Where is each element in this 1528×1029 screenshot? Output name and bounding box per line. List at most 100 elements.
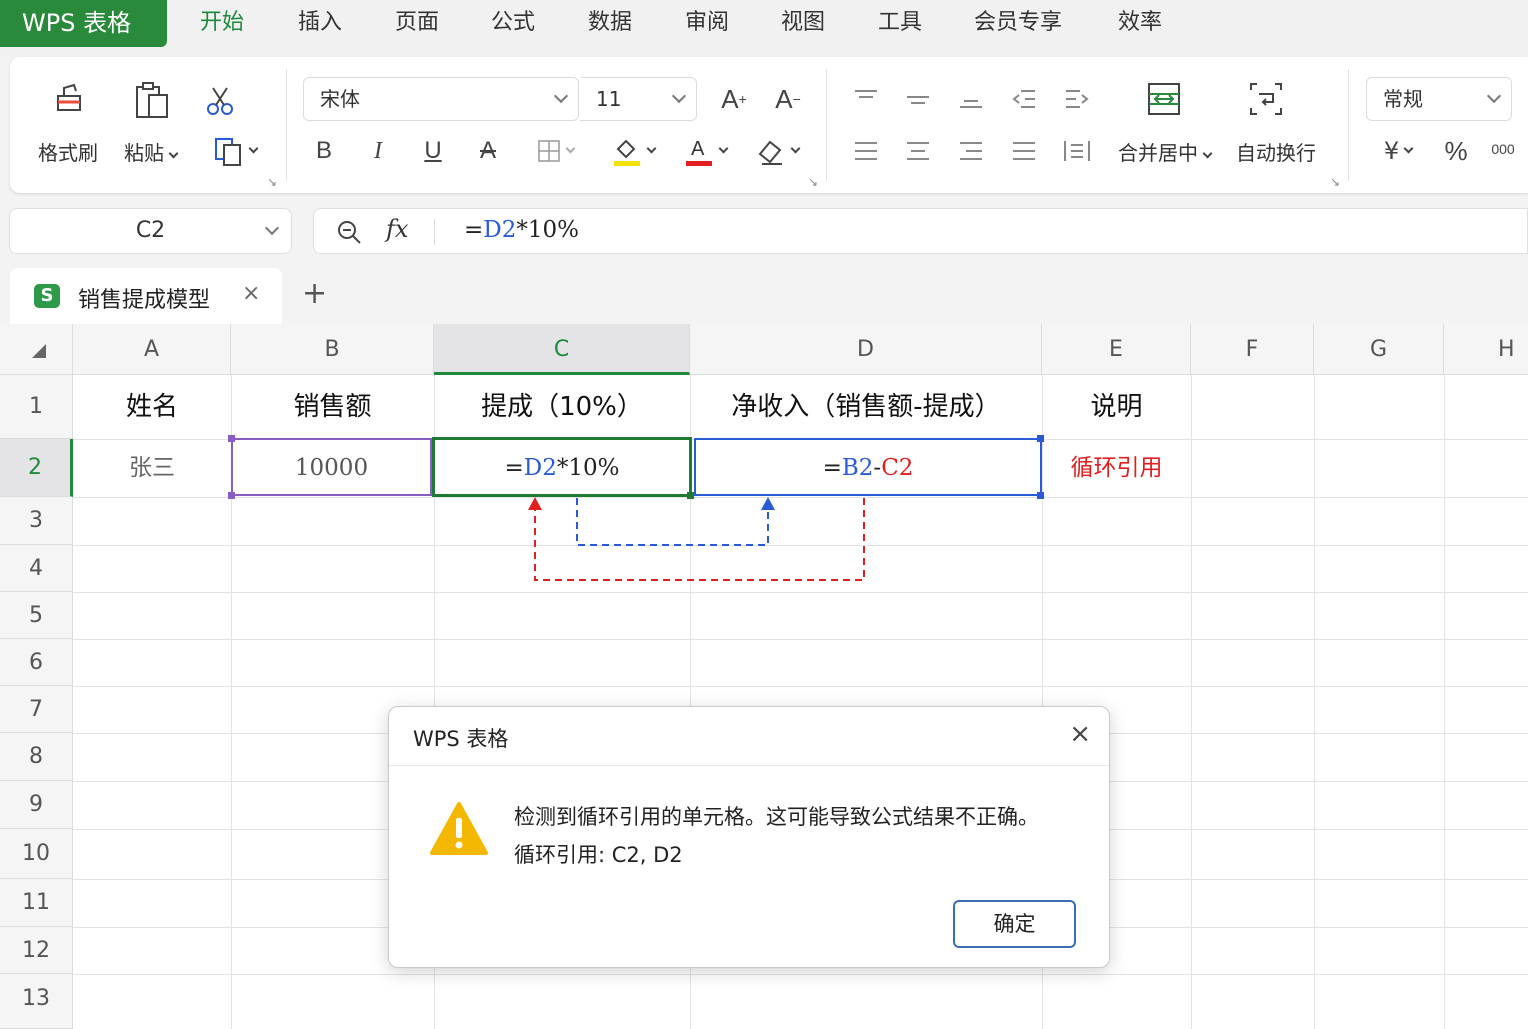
menu-data[interactable]: 数据 xyxy=(588,8,632,38)
divider xyxy=(389,765,1109,766)
format-painter-icon[interactable] xyxy=(48,79,92,123)
merge-center-icon[interactable] xyxy=(1144,79,1184,119)
formula-prefix: = xyxy=(464,217,484,243)
warning-icon xyxy=(429,801,489,861)
red-dependency-arrow xyxy=(534,498,865,581)
name-box[interactable]: C2 xyxy=(9,208,292,254)
menu-review[interactable]: 审阅 xyxy=(685,8,729,38)
menu-bar: WPS 表格 开始 插入 页面 公式 数据 审阅 视图 工具 会员专享 效率 xyxy=(0,0,1528,56)
thousands-separator-button[interactable]: 000 xyxy=(1486,131,1520,167)
fill-color-button[interactable] xyxy=(602,131,664,171)
increase-font-icon[interactable]: A + xyxy=(714,79,754,119)
paste-label[interactable]: 粘贴 xyxy=(124,137,179,166)
dialog-title: WPS 表格 xyxy=(413,727,509,751)
font-color-button[interactable]: A xyxy=(674,131,736,171)
separator xyxy=(434,219,435,245)
chevron-down-icon xyxy=(1486,88,1502,104)
menu-member[interactable]: 会员专享 xyxy=(974,8,1062,38)
formula-suffix: *10% xyxy=(516,217,579,243)
formula-bar[interactable]: fx =D2*10% xyxy=(313,208,1528,254)
app-title-tab[interactable]: WPS 表格 xyxy=(0,0,167,47)
border-button[interactable] xyxy=(528,133,582,169)
italic-button[interactable]: I xyxy=(360,133,396,169)
strikethrough-button[interactable]: A xyxy=(470,133,506,169)
cut-icon[interactable] xyxy=(200,81,240,121)
formula-input[interactable]: =D2*10% xyxy=(464,217,579,243)
wrap-text-button[interactable]: 自动换行 xyxy=(1236,137,1316,166)
sheet-tab-strip: S 销售提成模型 × + xyxy=(0,268,1528,324)
underline-button[interactable]: U xyxy=(415,133,451,169)
percent-button[interactable]: % xyxy=(1436,133,1476,169)
chevron-down-icon xyxy=(671,88,687,104)
align-middle-icon[interactable] xyxy=(900,83,936,115)
sheet-icon: S xyxy=(34,284,60,308)
close-icon[interactable]: × xyxy=(1069,719,1091,749)
align-left-icon[interactable] xyxy=(848,135,884,167)
sheet-tab-name: 销售提成模型 xyxy=(78,288,211,313)
menu-tools[interactable]: 工具 xyxy=(878,8,922,38)
justify-icon[interactable] xyxy=(1006,135,1042,167)
currency-button[interactable]: ¥ xyxy=(1370,133,1426,169)
close-icon[interactable]: × xyxy=(242,281,260,306)
border-icon xyxy=(537,140,560,162)
zoom-icon[interactable] xyxy=(336,219,362,249)
align-right-icon[interactable] xyxy=(953,135,989,167)
menu-view[interactable]: 视图 xyxy=(781,8,825,38)
menu-formula[interactable]: 公式 xyxy=(491,8,535,38)
currency-icon: ¥ xyxy=(1383,137,1400,165)
chevron-down-icon xyxy=(790,143,800,153)
sheet-tab[interactable]: S 销售提成模型 × xyxy=(10,268,282,324)
ribbon-toolbar: 格式刷 粘贴 ↘ 宋体 11 A + A − B I U A A ↘ 合并居中 … xyxy=(10,57,1528,193)
fill-bucket-icon xyxy=(613,139,640,166)
align-top-icon[interactable] xyxy=(848,83,884,115)
dialog-detail: 循环引用: C2, D2 xyxy=(514,843,683,867)
font-name-value: 宋体 xyxy=(320,87,360,111)
format-painter-label[interactable]: 格式刷 xyxy=(38,137,98,166)
font-dialog-launcher-icon[interactable]: ↘ xyxy=(808,175,818,189)
decrease-font-icon[interactable]: A − xyxy=(768,79,808,119)
merge-center-button[interactable]: 合并居中 xyxy=(1118,137,1213,166)
name-box-value: C2 xyxy=(135,218,166,243)
menu-home[interactable]: 开始 xyxy=(200,8,244,38)
add-sheet-button[interactable]: + xyxy=(302,276,327,311)
font-size-select[interactable]: 11 xyxy=(580,77,697,121)
font-color-icon: A xyxy=(685,138,712,166)
distributed-icon[interactable] xyxy=(1059,135,1095,167)
separator xyxy=(826,69,827,181)
red-arrowhead xyxy=(528,497,542,510)
fx-icon[interactable]: fx xyxy=(386,215,408,243)
eraser-icon xyxy=(758,140,782,165)
align-bottom-icon[interactable] xyxy=(953,83,989,115)
number-format-select[interactable]: 常规 xyxy=(1366,77,1512,121)
blue-dependency-arrow xyxy=(576,498,769,546)
font-size-value: 11 xyxy=(596,87,622,111)
chevron-down-icon xyxy=(718,143,728,153)
menu-page[interactable]: 页面 xyxy=(395,8,439,38)
decrease-indent-icon[interactable] xyxy=(1006,83,1042,115)
alignment-dialog-launcher-icon[interactable]: ↘ xyxy=(1330,175,1340,189)
svg-text:A: A xyxy=(691,138,705,160)
separator xyxy=(1348,69,1349,181)
chevron-down-icon xyxy=(646,143,656,153)
bold-button[interactable]: B xyxy=(306,133,342,169)
align-center-icon[interactable] xyxy=(900,135,936,167)
chevron-down-icon xyxy=(264,220,280,236)
paste-icon[interactable] xyxy=(130,79,174,123)
copy-dropdown-icon[interactable] xyxy=(248,143,258,153)
copy-icon[interactable] xyxy=(204,133,264,169)
number-format-value: 常规 xyxy=(1383,87,1423,111)
formula-ref: D2 xyxy=(483,217,517,243)
chevron-down-icon xyxy=(565,143,575,153)
font-name-select[interactable]: 宋体 xyxy=(303,77,579,121)
chevron-down-icon xyxy=(553,88,569,104)
menu-efficiency[interactable]: 效率 xyxy=(1118,8,1162,38)
clipboard-dialog-launcher-icon[interactable]: ↘ xyxy=(267,175,277,189)
circular-reference-dialog: WPS 表格 × 检测到循环引用的单元格。这可能导致公式结果不正确。 循环引用:… xyxy=(388,706,1110,968)
separator xyxy=(286,69,287,181)
blue-arrowhead xyxy=(761,497,775,510)
ok-button[interactable]: 确定 xyxy=(953,900,1076,948)
wrap-text-icon[interactable] xyxy=(1246,79,1286,119)
menu-insert[interactable]: 插入 xyxy=(298,8,342,38)
increase-indent-icon[interactable] xyxy=(1059,83,1095,115)
clear-format-button[interactable] xyxy=(746,131,808,171)
